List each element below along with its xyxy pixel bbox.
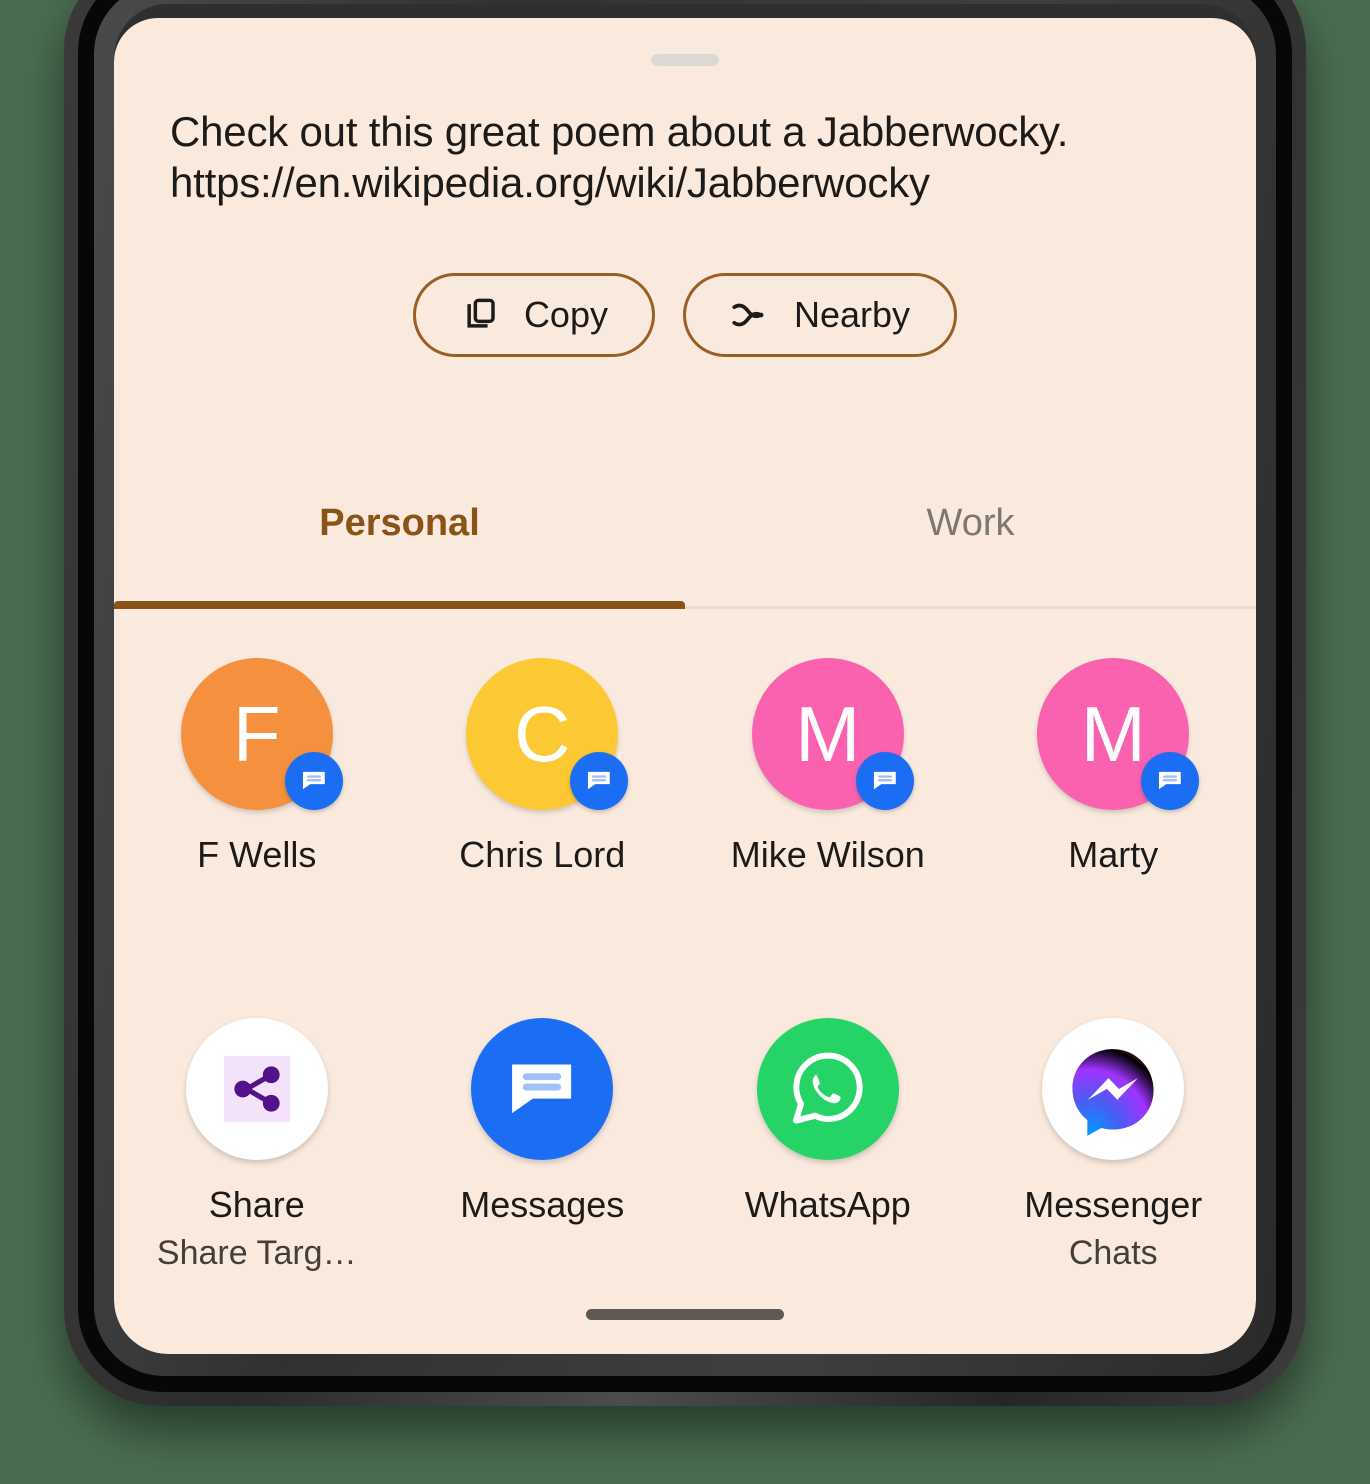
contact-marty[interactable]: M Marty: [971, 658, 1257, 876]
nearby-button-label: Nearby: [793, 294, 911, 335]
copy-icon: [460, 295, 500, 335]
nearby-share-icon: [730, 295, 770, 335]
app-name: Messages: [460, 1184, 625, 1225]
app-target-row: Share Share Targ… Messages WhatsApp Mess…: [114, 1018, 1256, 1273]
messenger-icon: [1042, 1018, 1185, 1160]
avatar: M: [751, 658, 914, 810]
contact-name: Marty: [1068, 834, 1159, 875]
messages-icon: [855, 752, 914, 810]
phone-bezel-black: Check out this great poem about a Jabber…: [78, 0, 1292, 1392]
app-name: Share: [208, 1184, 305, 1225]
avatar-initial: M: [795, 689, 861, 778]
contact-name: F Wells: [197, 834, 317, 875]
avatar: C: [466, 658, 629, 810]
messages-icon: [570, 752, 629, 810]
share-sheet: Check out this great poem about a Jabber…: [114, 18, 1256, 1354]
avatar: F: [180, 658, 343, 810]
direct-share-contact-row: F F Wells C Chris Lord M Mike Wilson M M…: [114, 658, 1256, 876]
preview-line-1: Check out this great poem about a Jabber…: [170, 108, 1069, 155]
action-chip-row: Copy Nearby: [114, 273, 1256, 357]
nearby-button[interactable]: Nearby: [682, 273, 958, 357]
copy-button-label: Copy: [523, 294, 608, 335]
app-share[interactable]: Share Share Targ…: [114, 1018, 400, 1273]
app-name: Messenger: [1024, 1184, 1203, 1225]
avatar: M: [1037, 658, 1200, 810]
messages-icon: [284, 752, 343, 810]
contact-chris-lord[interactable]: C Chris Lord: [400, 658, 686, 876]
contact-mike-wilson[interactable]: M Mike Wilson: [685, 658, 971, 876]
scene: Check out this great poem about a Jabber…: [0, 0, 1370, 1484]
app-subtitle: Share Targ…: [156, 1234, 357, 1272]
whatsapp-icon: [756, 1018, 899, 1160]
contact-name: Chris Lord: [459, 834, 626, 875]
contact-name: Mike Wilson: [730, 834, 925, 875]
profile-tabs: Personal Work: [114, 484, 1256, 606]
copy-button[interactable]: Copy: [412, 273, 655, 357]
app-subtitle: Chats: [1068, 1234, 1158, 1272]
tab-work-label: Work: [926, 502, 1015, 544]
drag-handle[interactable]: [651, 54, 719, 66]
share-preview-text: Check out this great poem about a Jabber…: [170, 106, 1200, 208]
avatar-initial: C: [514, 689, 571, 778]
app-messenger[interactable]: Messenger Chats: [971, 1018, 1257, 1273]
share-icon: [185, 1018, 328, 1160]
avatar-initial: M: [1080, 689, 1146, 778]
phone-frame: Check out this great poem about a Jabber…: [64, 0, 1306, 1406]
tab-personal-label: Personal: [319, 502, 480, 544]
preview-line-2: https://en.wikipedia.org/wiki/Jabberwock…: [170, 159, 930, 207]
tab-work[interactable]: Work: [685, 484, 1256, 606]
tab-personal[interactable]: Personal: [114, 484, 685, 606]
phone-bezel-inner: Check out this great poem about a Jabber…: [94, 0, 1276, 1376]
tab-active-indicator: [114, 601, 685, 609]
app-messages[interactable]: Messages: [400, 1018, 686, 1273]
home-gesture-bar[interactable]: [586, 1309, 784, 1320]
messages-icon: [1141, 752, 1200, 810]
phone-screen: Check out this great poem about a Jabber…: [114, 4, 1256, 1354]
app-name: WhatsApp: [744, 1184, 911, 1225]
avatar-initial: F: [232, 689, 281, 778]
app-whatsapp[interactable]: WhatsApp: [685, 1018, 971, 1273]
contact-f-wells[interactable]: F F Wells: [114, 658, 400, 876]
messages-icon: [471, 1018, 614, 1160]
